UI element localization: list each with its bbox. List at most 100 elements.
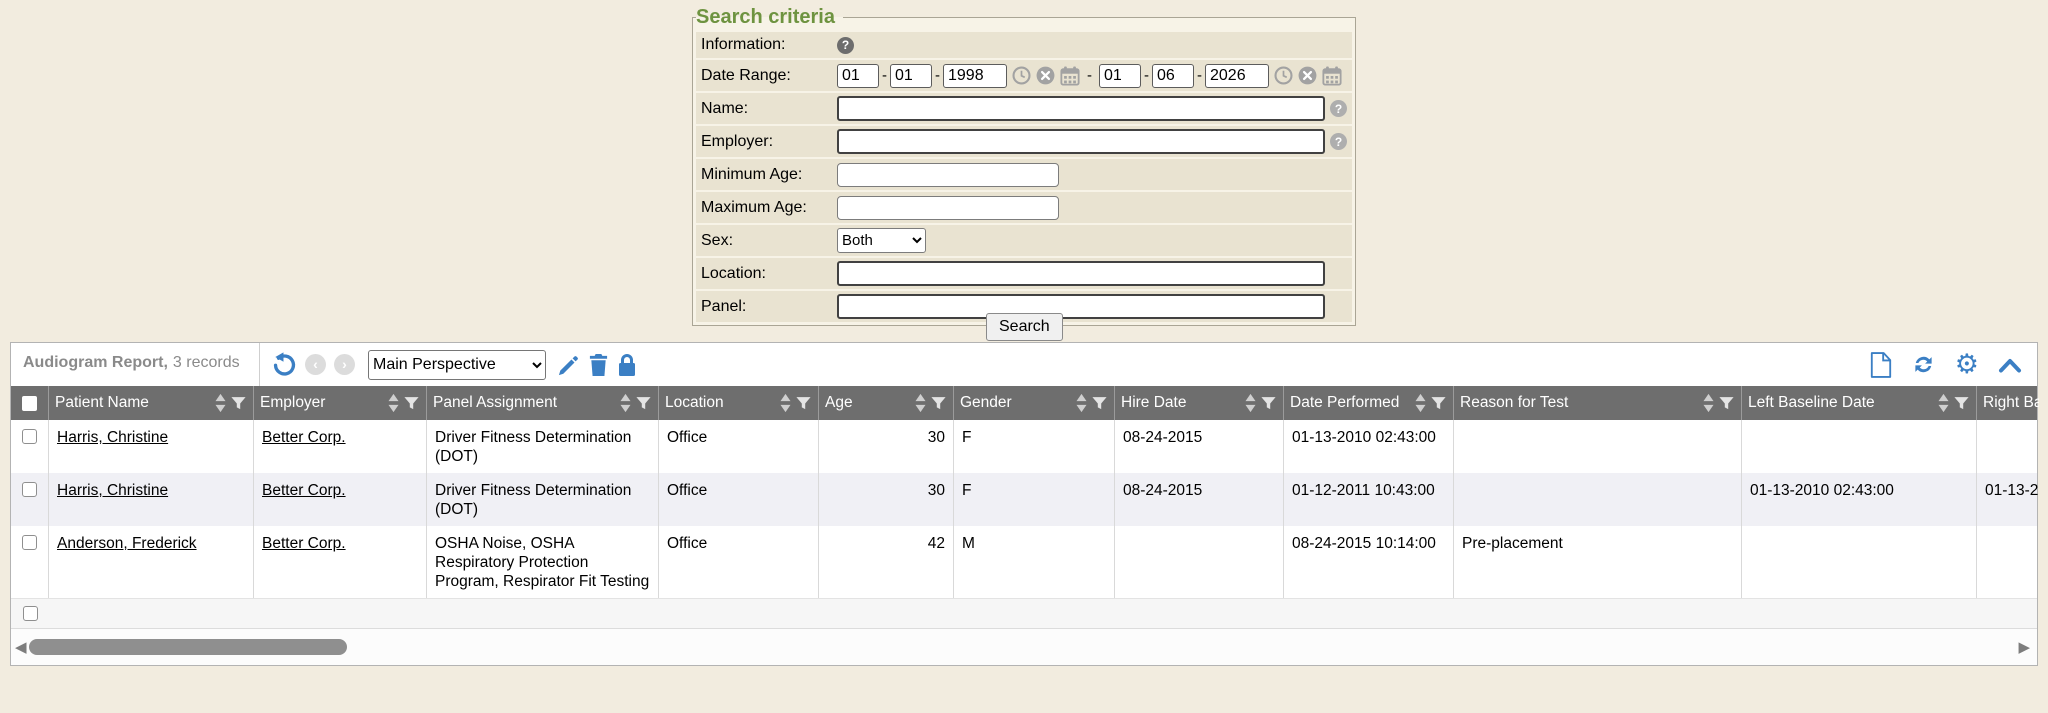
maximum-age-label: Maximum Age: (701, 199, 837, 217)
date-from-part2-input[interactable] (890, 64, 932, 88)
date-from-part3-input[interactable] (943, 64, 1007, 88)
clear-date-icon[interactable] (1298, 66, 1317, 85)
sort-icon[interactable] (214, 393, 227, 413)
sort-icon[interactable] (1075, 393, 1088, 413)
calendar-icon[interactable] (1060, 66, 1080, 86)
sort-icon[interactable] (1244, 393, 1257, 413)
employer-link[interactable]: Better Corp. (262, 429, 346, 446)
row-checkbox[interactable] (22, 482, 37, 497)
column-header-reason_for_test[interactable]: Reason for Test (1454, 386, 1742, 420)
column-header-age[interactable]: Age (819, 386, 954, 420)
column-label: Reason for Test (1460, 394, 1568, 412)
filter-icon[interactable] (1260, 395, 1277, 412)
select-all-checkbox[interactable] (22, 396, 37, 411)
cell-hire_date: 08-24-2015 (1115, 420, 1284, 473)
gear-icon[interactable]: ⚙ (1955, 351, 1979, 378)
sort-icon[interactable] (619, 393, 632, 413)
edit-pencil-icon[interactable] (558, 354, 580, 376)
calendar-icon[interactable] (1322, 66, 1342, 86)
row-checkbox[interactable] (22, 429, 37, 444)
employer-link[interactable]: Better Corp. (262, 535, 346, 552)
sort-icon[interactable] (779, 393, 792, 413)
document-icon[interactable] (1870, 352, 1892, 378)
cell-reason_for_test: Pre-placement (1454, 526, 1742, 598)
search-criteria-section: Search criteria Information: ? Date Rang… (692, 6, 1353, 326)
lock-icon[interactable] (617, 353, 637, 377)
sort-icon[interactable] (1414, 393, 1427, 413)
filter-icon[interactable] (403, 395, 420, 412)
column-header-employer[interactable]: Employer (254, 386, 427, 420)
time-icon[interactable] (1012, 66, 1031, 85)
footer-checkbox[interactable] (23, 606, 38, 621)
delete-trash-icon[interactable] (588, 353, 609, 376)
name-input[interactable] (837, 96, 1325, 121)
sort-icon[interactable] (387, 393, 400, 413)
help-icon[interactable]: ? (1330, 133, 1347, 150)
cell-hire_date (1115, 526, 1284, 598)
sort-icon[interactable] (914, 393, 927, 413)
scrollbar-thumb[interactable] (29, 639, 347, 655)
filter-icon[interactable] (795, 395, 812, 412)
cell-employer: Better Corp. (254, 420, 427, 473)
filter-icon[interactable] (930, 395, 947, 412)
column-header-hire_date[interactable]: Hire Date (1115, 386, 1284, 420)
maximum-age-input[interactable] (837, 196, 1059, 220)
clear-date-icon[interactable] (1036, 66, 1055, 85)
patient_name-link[interactable]: Harris, Christine (57, 482, 168, 499)
sort-icon[interactable] (1702, 393, 1715, 413)
next-perspective-icon[interactable]: › (334, 354, 355, 375)
filter-icon[interactable] (1718, 395, 1735, 412)
column-header-left_baseline_date[interactable]: Left Baseline Date (1742, 386, 1977, 420)
perspective-select[interactable]: Main Perspective (368, 350, 546, 380)
filter-icon[interactable] (1430, 395, 1447, 412)
row-checkbox[interactable] (22, 535, 37, 550)
row-checkbox-cell (11, 420, 49, 473)
select-all-header-cell[interactable] (11, 386, 49, 420)
column-header-location[interactable]: Location (659, 386, 819, 420)
column-label: Age (825, 394, 853, 412)
cell-reason_for_test (1454, 420, 1742, 473)
filter-icon[interactable] (1953, 395, 1970, 412)
cell-right_baseline_date: 01-13-2010 02:43:00 (1977, 473, 2039, 526)
sex-select[interactable]: Both (837, 228, 926, 253)
scroll-right-arrow[interactable]: ▶ (2018, 638, 2030, 656)
date-to-part3-input[interactable] (1205, 64, 1269, 88)
column-header-panel_assignment[interactable]: Panel Assignment (427, 386, 659, 420)
table-header-row: Patient NameEmployerPanel AssignmentLoca… (11, 386, 2037, 420)
employer-link[interactable]: Better Corp. (262, 482, 346, 499)
filter-icon[interactable] (230, 395, 247, 412)
cell-left_baseline_date (1742, 526, 1977, 598)
help-icon[interactable]: ? (1330, 100, 1347, 117)
sort-icon[interactable] (1937, 393, 1950, 413)
column-header-gender[interactable]: Gender (954, 386, 1115, 420)
date-to-part1-input[interactable] (1099, 64, 1141, 88)
scroll-left-arrow[interactable]: ◀ (15, 638, 27, 656)
employer-input[interactable] (837, 129, 1325, 154)
minimum-age-input[interactable] (837, 163, 1059, 187)
location-input[interactable] (837, 261, 1325, 286)
refresh-icon[interactable] (1911, 352, 1936, 377)
horizontal-scrollbar[interactable]: ◀ ▶ (11, 628, 2037, 665)
column-header-right_baseline_date[interactable]: Right Baseline Date (1977, 386, 2039, 420)
patient_name-link[interactable]: Anderson, Frederick (57, 535, 197, 552)
column-header-date_performed[interactable]: Date Performed (1284, 386, 1454, 420)
row-checkbox-cell (11, 473, 49, 526)
form-row-maximum-age: Maximum Age: (696, 192, 1352, 223)
search-button[interactable]: Search (986, 313, 1063, 341)
filter-icon[interactable] (1091, 395, 1108, 412)
panel-input[interactable] (837, 294, 1325, 319)
date-from-part1-input[interactable] (837, 64, 879, 88)
collapse-chevron-up-icon[interactable] (1998, 357, 2022, 373)
cell-left_baseline_date (1742, 420, 1977, 473)
undo-icon[interactable] (272, 352, 297, 377)
date-to-part2-input[interactable] (1152, 64, 1194, 88)
help-icon[interactable]: ? (837, 37, 854, 54)
date-range-label: Date Range: (701, 67, 837, 85)
filter-icon[interactable] (635, 395, 652, 412)
column-header-patient_name[interactable]: Patient Name (49, 386, 254, 420)
prev-perspective-icon[interactable]: ‹ (305, 354, 326, 375)
table-toolbar: Audiogram Report, 3 records ‹ › Main Per… (11, 343, 2037, 386)
column-label: Right Baseline Date (1983, 394, 2039, 412)
patient_name-link[interactable]: Harris, Christine (57, 429, 168, 446)
time-icon[interactable] (1274, 66, 1293, 85)
